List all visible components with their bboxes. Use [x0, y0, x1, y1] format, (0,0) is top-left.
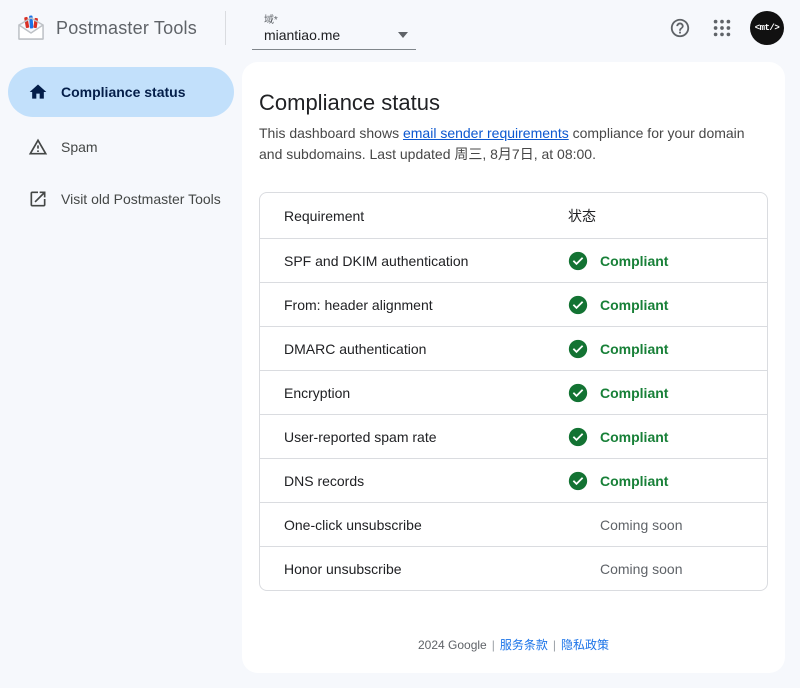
status-cell: Compliant — [568, 383, 767, 403]
sidebar-item-visit-old-postmaster-tools[interactable]: Visit old Postmaster Tools — [0, 177, 242, 221]
home-icon — [28, 82, 48, 102]
card-footer: 2024 Google | 服务条款 | 隐私政策 — [259, 606, 768, 653]
status-cell: Compliant — [568, 251, 767, 271]
footer-separator: | — [553, 638, 556, 652]
footer-separator: | — [492, 638, 495, 652]
apps-grid-button[interactable] — [708, 14, 736, 42]
status-label: Compliant — [600, 253, 668, 269]
open-in-new-icon — [28, 189, 48, 209]
postmaster-tools-logo-icon — [16, 13, 46, 43]
status-label: Coming soon — [600, 561, 683, 577]
status-cell: Coming soon — [568, 559, 767, 579]
status-cell: Coming soon — [568, 515, 767, 535]
compliant-check-icon — [568, 339, 588, 359]
requirement-cell: SPF and DKIM authentication — [260, 253, 568, 269]
status-label: Coming soon — [600, 517, 683, 533]
sidebar-item-label: Compliance status — [61, 84, 185, 100]
chevron-down-icon — [398, 32, 408, 38]
compliance-table: Requirement 状态 SPF and DKIM authenticati… — [259, 192, 768, 591]
sidebar-item-label: Visit old Postmaster Tools — [61, 191, 221, 207]
footer-copyright: 2024 Google — [418, 638, 487, 652]
sidebar-item-label: Spam — [61, 139, 98, 155]
privacy-policy-link[interactable]: 隐私政策 — [561, 638, 609, 652]
requirement-cell: User-reported spam rate — [260, 429, 568, 445]
table-row: From: header alignment Compliant — [260, 282, 767, 326]
status-column-header: 状态 — [568, 206, 767, 226]
compliant-check-icon — [568, 383, 588, 403]
help-button[interactable] — [666, 14, 694, 42]
status-label: Compliant — [600, 429, 668, 445]
status-cell: Compliant — [568, 471, 767, 491]
requirement-column-header: Requirement — [260, 208, 568, 224]
description-text: This dashboard shows — [259, 125, 403, 141]
table-row: Encryption Compliant — [260, 370, 767, 414]
requirement-cell: Encryption — [260, 385, 568, 401]
sidebar-item-compliance-status[interactable]: Compliance status — [8, 67, 234, 117]
page-title: Compliance status — [259, 90, 768, 116]
requirement-cell: DNS records — [260, 473, 568, 489]
app-root: Postmaster Tools 域* miantiao.me <mt/> — [0, 0, 800, 688]
status-cell: Compliant — [568, 295, 767, 315]
topbar: Postmaster Tools 域* miantiao.me <mt/> — [0, 0, 800, 56]
email-sender-requirements-link[interactable]: email sender requirements — [403, 125, 569, 141]
compliant-check-icon — [568, 427, 588, 447]
compliant-check-icon — [568, 295, 588, 315]
requirement-cell: DMARC authentication — [260, 341, 568, 357]
requirement-cell: Honor unsubscribe — [260, 561, 568, 577]
main-card: Compliance status This dashboard shows e… — [242, 62, 785, 673]
requirement-cell: One-click unsubscribe — [260, 517, 568, 533]
status-label: Compliant — [600, 473, 668, 489]
page-description: This dashboard shows email sender requir… — [259, 123, 768, 165]
terms-of-service-link[interactable]: 服务条款 — [500, 638, 548, 652]
compliant-check-icon — [568, 471, 588, 491]
table-row: One-click unsubscribe Coming soon — [260, 502, 767, 546]
sidebar-item-spam[interactable]: Spam — [0, 125, 242, 169]
table-body: SPF and DKIM authentication Compliant Fr… — [260, 238, 767, 590]
compliant-check-icon — [568, 251, 588, 271]
requirement-cell: From: header alignment — [260, 297, 568, 313]
status-label: Compliant — [600, 297, 668, 313]
table-header-row: Requirement 状态 — [260, 193, 767, 238]
table-row: Honor unsubscribe Coming soon — [260, 546, 767, 590]
table-row: User-reported spam rate Compliant — [260, 414, 767, 458]
status-cell: Compliant — [568, 339, 767, 359]
avatar[interactable]: <mt/> — [750, 11, 784, 45]
warning-icon — [28, 137, 48, 157]
domain-selector[interactable]: 域* miantiao.me — [252, 7, 416, 50]
sidebar: Compliance status Spam Visit old Postmas… — [0, 56, 242, 688]
table-row: DMARC authentication Compliant — [260, 326, 767, 370]
app-title: Postmaster Tools — [56, 18, 197, 39]
status-label: Compliant — [600, 341, 668, 357]
table-row: SPF and DKIM authentication Compliant — [260, 238, 767, 282]
help-icon — [669, 17, 691, 39]
table-row: DNS records Compliant — [260, 458, 767, 502]
domain-selector-value: miantiao.me — [264, 27, 340, 43]
status-label: Compliant — [600, 385, 668, 401]
topbar-divider — [225, 11, 226, 45]
content-area: Compliance status Spam Visit old Postmas… — [0, 56, 800, 688]
apps-grid-icon — [711, 17, 733, 39]
domain-selector-label: 域* — [264, 11, 408, 26]
status-cell: Compliant — [568, 427, 767, 447]
